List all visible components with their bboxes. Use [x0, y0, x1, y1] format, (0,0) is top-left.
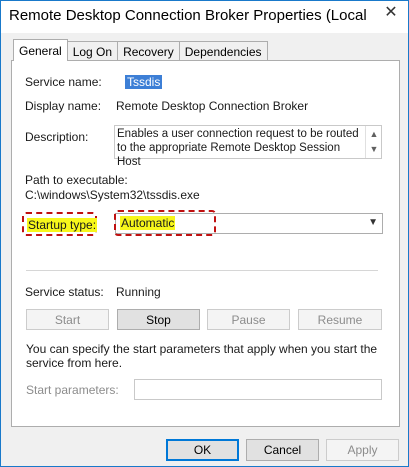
title-bar: Remote Desktop Connection Broker Propert…	[1, 1, 408, 33]
stop-button[interactable]: Stop	[117, 309, 200, 330]
service-status-value: Running	[116, 285, 161, 299]
startup-type-value: Automatic	[120, 216, 176, 230]
startup-value-annotation: Automatic	[114, 210, 216, 236]
chevron-down-icon[interactable]: ▼	[368, 217, 378, 228]
path-value: C:\windows\System32\tssdis.exe	[25, 188, 200, 202]
general-panel: Service name: Tssdis Display name: Remot…	[11, 60, 400, 427]
description-scrollbar[interactable]: ▲ ▼	[365, 126, 381, 158]
startup-type-annotation: Startup type:	[22, 212, 98, 236]
divider	[26, 270, 378, 271]
startup-type-label: Startup type:	[27, 218, 98, 232]
scroll-down-icon[interactable]: ▼	[369, 142, 379, 156]
window-title: Remote Desktop Connection Broker Propert…	[9, 7, 369, 24]
apply-button[interactable]: Apply	[326, 439, 399, 461]
tab-recovery[interactable]: Recovery	[117, 41, 180, 61]
path-label: Path to executable:	[25, 173, 128, 187]
service-name-label: Service name:	[25, 75, 102, 89]
start-params-label: Start parameters:	[26, 383, 119, 397]
tab-general[interactable]: General	[13, 39, 68, 61]
start-params-help: You can specify the start parameters tha…	[26, 342, 378, 370]
pause-button[interactable]: Pause	[207, 309, 290, 330]
service-name-value[interactable]: Tssdis	[125, 75, 163, 89]
close-icon: ✕	[384, 4, 398, 21]
description-box[interactable]: Enables a user connection request to be …	[114, 125, 382, 168]
description-text: Enables a user connection request to be …	[117, 128, 359, 168]
scroll-up-icon[interactable]: ▲	[369, 127, 379, 141]
description-label: Description:	[25, 130, 89, 144]
cancel-button[interactable]: Cancel	[246, 439, 319, 461]
display-name-value: Remote Desktop Connection Broker	[116, 99, 309, 113]
start-button[interactable]: Start	[26, 309, 109, 330]
tab-log-on[interactable]: Log On	[66, 41, 119, 61]
start-params-input[interactable]	[134, 379, 382, 400]
service-status-label: Service status:	[25, 285, 104, 299]
close-button[interactable]: ✕	[374, 1, 408, 23]
ok-button[interactable]: OK	[166, 439, 239, 461]
tab-dependencies[interactable]: Dependencies	[178, 41, 268, 61]
tab-strip: General Log On Recovery Dependencies	[13, 39, 268, 61]
properties-dialog: Remote Desktop Connection Broker Propert…	[0, 0, 409, 467]
display-name-label: Display name:	[25, 99, 102, 113]
resume-button[interactable]: Resume	[298, 309, 382, 330]
